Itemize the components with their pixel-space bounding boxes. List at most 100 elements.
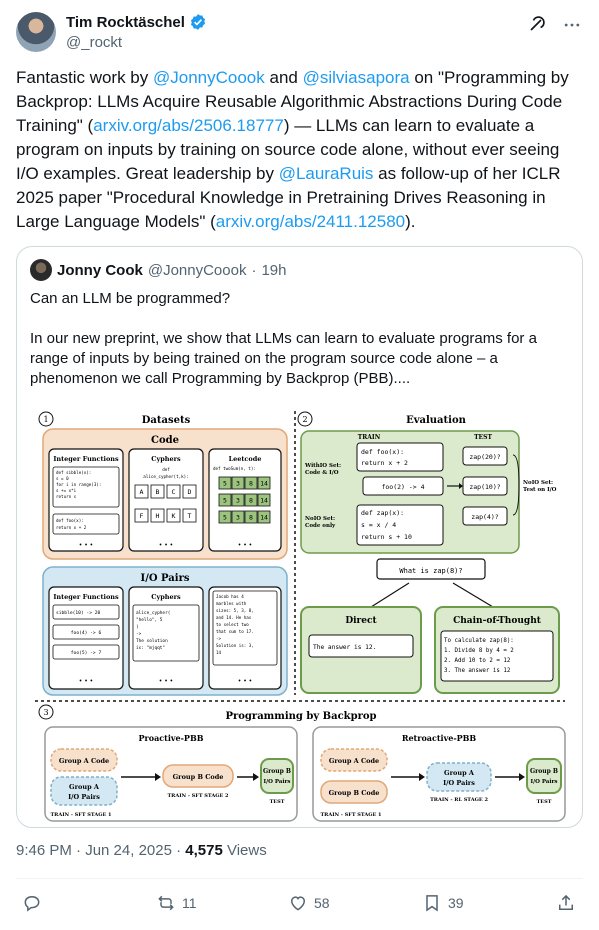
share-button[interactable] [556,893,576,913]
group-b-io-node [260,758,294,794]
cyphers-title: Cyphers [151,455,181,463]
bookmark-icon [426,895,438,912]
cyphers-title: Cyphers [151,593,181,601]
node-label: Group B [530,768,558,775]
io-line: The solution [136,638,168,644]
author-avatar[interactable] [16,12,56,52]
group-b-io-node [526,758,562,794]
quoted-author-avatar [30,259,52,281]
tweet-header: Tim Rocktäschel @_rockt [16,12,583,56]
url-link[interactable]: arxiv.org/abs/2506.18777 [93,116,284,135]
io-example: sibble(10) -> 20 [56,610,100,616]
more-dots: • • • [159,542,173,549]
node-label: Group B Code [173,773,224,781]
section-number: 2 [302,415,307,424]
code-line: alice_cypher(t,k): [143,474,188,479]
share-icon [559,894,573,910]
quoted-time: 19h [261,261,287,279]
cypher-letter-label: K [172,512,176,520]
code-line: for i in range(3): [56,482,101,487]
retweet-button[interactable]: 11 [156,893,197,913]
array-cell-label: 5 [223,514,227,522]
mention-link[interactable]: @JonnyCoook [153,68,265,87]
like-count: 58 [314,895,330,911]
tweet-text: Fantastic work by @JonnyCoook and @silvi… [16,66,586,234]
author-handle[interactable]: @_rockt [66,34,122,51]
io-integer-card [48,586,124,690]
noio-label: NoIO Set: [305,516,335,522]
datasets-heading: Datasets [142,415,191,426]
io-line: Jacob has 4 [216,594,244,599]
code-line: return s + 10 [361,533,412,541]
node-label: I/O Pairs [531,779,558,785]
array-cell-label: 8 [249,497,253,505]
header-actions [525,14,583,36]
author-name-row: Tim Rocktäschel [66,13,207,31]
paper-figure-image[interactable]: 1 Datasets Code Integer Functions def si… [31,407,569,825]
divider [16,878,583,879]
mention-link[interactable]: @LauraRuis [279,164,374,183]
direct-answer: The answer is 12. [313,644,376,651]
code-heading: Code [151,435,179,446]
tweet-text-segment: Fantastic work by [16,68,153,87]
noio-test-label: NoIO Set: [523,480,553,486]
io-example: foo(5) -> 7 [71,650,102,656]
proactive-heading: Proactive-PBB [139,733,204,743]
io-line: -> [216,636,222,641]
tweet-text-segment: ). [405,212,416,231]
url-link[interactable]: arxiv.org/abs/2411.12580 [216,212,405,231]
io-line: alice_cypher( [136,610,170,616]
cot-line: To calculate zap(8): [444,638,514,644]
stage-label: TRAIN - RL STAGE 2 [430,797,488,803]
more-options-icon[interactable] [561,14,583,36]
io-cyphers-card [128,586,204,690]
leetcode-title: Leetcode [229,455,262,463]
node-label: I/O Pairs [68,793,100,801]
array-cell-label: 8 [249,480,253,488]
bookmark-button[interactable]: 39 [422,893,464,913]
stage-label: TEST [537,799,552,805]
node-label: Group A Code [329,757,379,765]
author-name[interactable]: Tim Rocktäschel [66,14,185,31]
array-cell-label: 3 [236,514,240,522]
mention-link[interactable]: @silviasapora [303,68,410,87]
array-cell-label: 3 [236,497,240,505]
timestamp-text[interactable]: 9:46 PM · Jun 24, 2025 · [16,842,185,859]
io-line: that sum to 17. [216,629,254,634]
code-line: def sibble(x): [56,470,91,475]
node-label: Group A Code [59,757,109,765]
stage-label: TRAIN - SFT STAGE 1 [320,812,381,818]
io-line: "hello", 5 [136,617,163,623]
more-dots: • • • [159,678,173,685]
io-line: to select two [216,622,249,627]
code-line: def foo(x): [56,518,84,523]
io-line: marbles with [216,601,247,606]
views-label: Views [222,842,267,859]
io-example: foo(4) -> 6 [71,630,102,636]
tweet-text-segment: and [264,68,303,87]
retroactive-heading: Retroactive-PBB [402,733,477,743]
node-label: Group A [69,783,100,791]
reply-button[interactable] [22,893,42,913]
io-line: -> [136,632,142,637]
node-label: Group B Code [329,789,380,797]
quoted-tweet[interactable]: Jonny Cook @JonnyCoook · 19h Can an LLM … [16,246,583,828]
cot-line: 2. Add 10 to 2 = 12 [444,658,510,664]
reply-icon [24,895,40,912]
like-button[interactable]: 58 [288,893,330,913]
array-cell-label: 14 [260,514,268,522]
withio-label: WithIO Set: [304,463,341,469]
array-cell-label: 14 [260,497,268,505]
array-cell-label: 14 [260,480,268,488]
node-label: Group B [263,768,291,775]
io-line: Solution is: 3, [216,643,254,648]
stage-label: TRAIN - SFT STAGE 2 [167,793,229,799]
bookmark-count: 39 [448,895,464,911]
grok-icon[interactable] [525,14,547,36]
quoted-tweet-header: Jonny Cook @JonnyCoook · 19h [30,259,287,281]
quoted-author-name: Jonny Cook [57,261,143,279]
quoted-paragraph: In our new preprint, we show that LLMs c… [30,330,537,387]
io-line: sizes: 5, 3, 8, [216,608,254,613]
code-line: foo(2) -> 4 [381,483,424,491]
cypher-letter-label: A [140,488,144,496]
